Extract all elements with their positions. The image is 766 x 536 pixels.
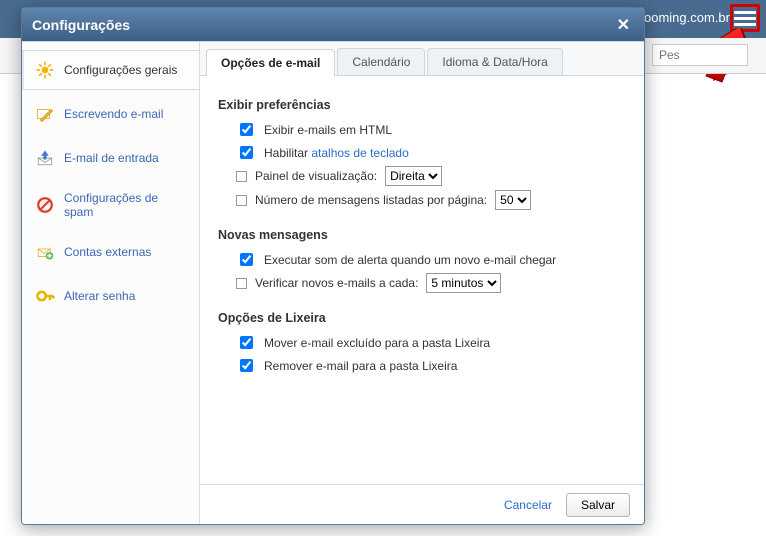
search-input[interactable] [652, 44, 748, 66]
sidebar-item-label: Contas externas [64, 245, 151, 259]
gear-icon [34, 59, 56, 81]
sidebar-item-label: Alterar senha [64, 289, 135, 303]
checkbox-move-trash[interactable] [240, 336, 253, 349]
settings-content: Exibir preferências Exibir e-mails em HT… [200, 76, 644, 484]
inbox-arrow-icon [34, 147, 56, 169]
select-preview-pane[interactable]: Direita [385, 166, 442, 186]
sidebar-item-compose[interactable]: Escrevendo e-mail [22, 94, 199, 134]
sidebar-item-label: E-mail de entrada [64, 151, 159, 165]
tab-locale[interactable]: Idioma & Data/Hora [427, 48, 562, 75]
label-show-html: Exibir e-mails em HTML [264, 123, 392, 137]
bullet-icon [236, 171, 247, 182]
sidebar-item-label: Configurações de spam [64, 191, 189, 219]
dialog-title: Configurações [32, 17, 130, 33]
sidebar-item-label: Configurações gerais [64, 63, 177, 77]
section-trash: Opções de Lixeira [218, 311, 626, 325]
settings-dialog: Configurações ✕ Configurações gerais Esc… [21, 7, 645, 525]
dialog-footer: Cancelar Salvar [200, 484, 644, 524]
block-icon [34, 194, 56, 216]
bullet-icon [236, 278, 247, 289]
sidebar-item-label: Escrevendo e-mail [64, 107, 163, 121]
sidebar-item-incoming[interactable]: E-mail de entrada [22, 138, 199, 178]
checkbox-remove-trash[interactable] [240, 359, 253, 372]
label-per-page: Número de mensagens listadas por página: [255, 193, 487, 207]
label-preview-pane: Painel de visualização: [255, 169, 377, 183]
add-account-icon [34, 241, 56, 263]
pencil-icon [34, 103, 56, 125]
hamburger-icon[interactable] [734, 8, 756, 28]
dialog-titlebar: Configurações ✕ [22, 8, 644, 41]
settings-sidebar: Configurações gerais Escrevendo e-mail E… [22, 42, 200, 524]
label-enable-shortcuts: Habilitar atalhos de teclado [264, 146, 409, 160]
sidebar-item-general[interactable]: Configurações gerais [22, 50, 199, 90]
section-display-prefs: Exibir preferências [218, 98, 626, 112]
sidebar-item-password[interactable]: Alterar senha [22, 276, 199, 316]
bullet-icon [236, 195, 247, 206]
select-per-page[interactable]: 50 [495, 190, 531, 210]
checkbox-play-sound[interactable] [240, 253, 253, 266]
cancel-button[interactable]: Cancelar [504, 498, 552, 512]
sidebar-item-external[interactable]: Contas externas [22, 232, 199, 272]
tab-calendar[interactable]: Calendário [337, 48, 425, 75]
close-icon[interactable]: ✕ [613, 15, 634, 35]
section-new-messages: Novas mensagens [218, 228, 626, 242]
settings-tabs: Opções de e-mail Calendário Idioma & Dat… [200, 42, 644, 76]
label-move-trash: Mover e-mail excluído para a pasta Lixei… [264, 336, 490, 350]
label-remove-trash: Remover e-mail para a pasta Lixeira [264, 359, 457, 373]
select-check-interval[interactable]: 5 minutos [426, 273, 501, 293]
key-icon [34, 285, 56, 307]
checkbox-enable-shortcuts[interactable] [240, 146, 253, 159]
checkbox-show-html[interactable] [240, 123, 253, 136]
link-keyboard-shortcuts[interactable]: atalhos de teclado [311, 146, 408, 160]
sidebar-item-spam[interactable]: Configurações de spam [22, 182, 199, 228]
label-check-interval: Verificar novos e-mails a cada: [255, 276, 418, 290]
tab-email-options[interactable]: Opções de e-mail [206, 49, 335, 76]
label-play-sound: Executar som de alerta quando um novo e-… [264, 253, 556, 267]
save-button[interactable]: Salvar [566, 493, 630, 517]
